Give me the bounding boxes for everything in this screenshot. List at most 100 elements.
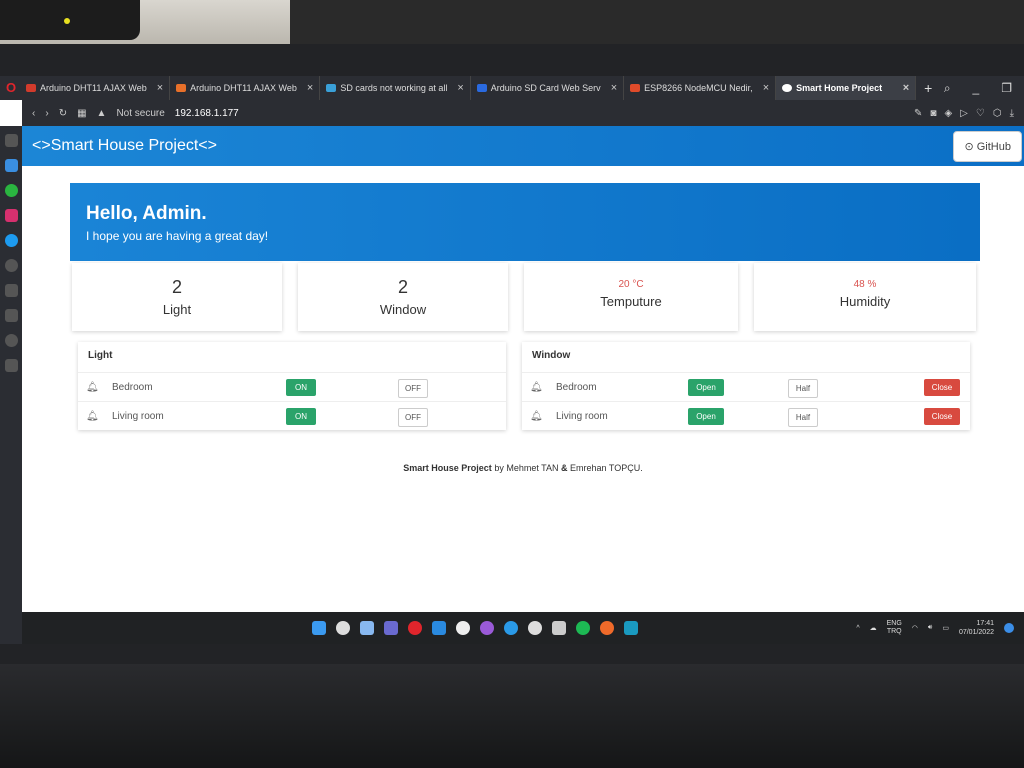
player-icon[interactable] bbox=[4, 259, 18, 272]
opera-sidebar bbox=[0, 126, 22, 644]
close-tab-icon[interactable]: × bbox=[307, 82, 313, 94]
cube-icon[interactable] bbox=[552, 621, 566, 635]
minimize-icon[interactable]: _ bbox=[973, 81, 980, 96]
browser-tab[interactable]: Arduino DHT11 AJAX Web × bbox=[170, 76, 321, 100]
system-tray: ^ ☁ ENG TRQ ◠ 🔊︎ ▭ 17:41 07/01/2022 bbox=[856, 619, 1024, 637]
close-tab-icon[interactable]: × bbox=[763, 82, 769, 94]
forward-icon[interactable]: › bbox=[45, 108, 48, 119]
light-on-button[interactable]: ON bbox=[286, 379, 316, 396]
webcam-housing bbox=[0, 0, 140, 40]
download-icon[interactable]: ⤓ bbox=[1010, 108, 1014, 119]
vscode-icon[interactable] bbox=[432, 621, 446, 635]
close-tab-icon[interactable]: × bbox=[611, 82, 617, 94]
play-icon[interactable]: ▷ bbox=[960, 108, 968, 119]
twitter-icon[interactable] bbox=[4, 234, 18, 247]
task-view-icon[interactable] bbox=[360, 621, 374, 635]
spotify-icon[interactable] bbox=[576, 621, 590, 635]
light-off-button[interactable]: OFF bbox=[398, 408, 428, 427]
stat-value: 2 bbox=[397, 277, 408, 297]
tab-grid-icon[interactable]: ▦ bbox=[77, 108, 86, 119]
workspace-icon[interactable] bbox=[4, 159, 18, 172]
camera-icon[interactable]: ◙ bbox=[930, 108, 936, 119]
tab-favicon-icon bbox=[176, 84, 187, 92]
web-page: <>Smart House Project<> ⊙ GitHub Hello, … bbox=[22, 126, 1024, 612]
whatsapp-icon[interactable] bbox=[4, 184, 18, 197]
stat-card-light: 2 Light bbox=[72, 263, 282, 331]
reload-icon[interactable]: ↻ bbox=[59, 108, 67, 119]
browser-tab-bar: O Arduino DHT11 AJAX Web × Arduino DHT11 … bbox=[0, 76, 1024, 100]
restore-icon[interactable]: ❐ bbox=[1001, 81, 1012, 96]
search-icon[interactable] bbox=[336, 621, 350, 635]
address-bar: ‹ › ↻ ▦ ▲ Not secure 192.168.1.177 ✎ ◙ ◈… bbox=[22, 100, 1024, 126]
window-open-button[interactable]: Open bbox=[688, 379, 724, 396]
footer-amp: & bbox=[561, 463, 568, 473]
stat-label: Humidity bbox=[839, 294, 891, 309]
edit-icon[interactable]: ✎ bbox=[914, 108, 922, 119]
meet-icon[interactable] bbox=[384, 621, 398, 635]
volume-icon[interactable]: 🔊︎ bbox=[928, 624, 932, 632]
docker-icon[interactable] bbox=[504, 621, 518, 635]
search-tabs-icon[interactable]: ⌕ bbox=[944, 81, 951, 96]
tab-favicon-icon bbox=[630, 84, 641, 92]
hero-title: Hello, Admin. bbox=[86, 203, 207, 224]
wifi-icon[interactable]: ◠ bbox=[912, 624, 918, 632]
app-icon[interactable] bbox=[528, 621, 542, 635]
window-half-button[interactable]: Half bbox=[788, 408, 818, 427]
list-item: 🔔︎ Bedroom Open Half Close bbox=[522, 372, 970, 401]
window-half-button[interactable]: Half bbox=[788, 379, 818, 398]
browser-tab[interactable]: SD cards not working at all × bbox=[320, 76, 471, 100]
cloud-icon[interactable]: ☁ bbox=[870, 624, 877, 632]
arduino-icon[interactable] bbox=[624, 621, 638, 635]
browser-tab[interactable]: Arduino SD Card Web Serv × bbox=[471, 76, 625, 100]
new-tab-button[interactable]: + bbox=[916, 80, 940, 96]
tab-favicon-icon bbox=[476, 84, 487, 92]
windows-taskbar: ^ ☁ ENG TRQ ◠ 🔊︎ ▭ 17:41 07/01/2022 bbox=[22, 612, 1024, 644]
url-field[interactable]: 192.168.1.177 bbox=[175, 108, 239, 119]
photo-background bbox=[0, 0, 1024, 48]
bell-icon: 🔔︎ bbox=[530, 410, 543, 422]
battery-icon[interactable]: ▭ bbox=[942, 624, 949, 632]
brand-link[interactable]: <>Smart House Project<> bbox=[32, 137, 217, 155]
github-desktop-icon[interactable] bbox=[480, 621, 494, 635]
footer: Smart House Project by Mehmet TAN & Emre… bbox=[22, 463, 1024, 473]
history-icon[interactable] bbox=[4, 334, 18, 347]
close-tab-icon[interactable]: × bbox=[457, 82, 463, 94]
tab-favicon-icon bbox=[782, 84, 793, 92]
notification-icon[interactable] bbox=[1004, 623, 1014, 633]
footer-author2: Emrehan TOPÇU. bbox=[570, 463, 643, 473]
light-on-button[interactable]: ON bbox=[286, 408, 316, 425]
close-tab-icon[interactable]: × bbox=[157, 82, 163, 94]
shield-icon[interactable]: ◈ bbox=[944, 108, 952, 119]
language-indicator[interactable]: ENG TRQ bbox=[887, 620, 902, 636]
instagram-icon[interactable] bbox=[4, 209, 18, 222]
clock[interactable]: 17:41 07/01/2022 bbox=[959, 619, 994, 637]
back-icon[interactable]: ‹ bbox=[32, 108, 35, 119]
opera-icon[interactable] bbox=[408, 621, 422, 635]
security-label[interactable]: Not secure bbox=[116, 108, 164, 119]
send-icon[interactable] bbox=[4, 284, 18, 297]
home-icon[interactable] bbox=[4, 134, 18, 147]
light-off-button[interactable]: OFF bbox=[398, 379, 428, 398]
browser-tab[interactable]: Arduino DHT11 AJAX Web × bbox=[20, 76, 171, 100]
heart-icon[interactable]: ♡ bbox=[976, 108, 985, 119]
settings-icon[interactable] bbox=[4, 359, 18, 372]
stat-value: 2 bbox=[171, 277, 182, 297]
stat-card-temperature: 20 °C Temputure bbox=[524, 263, 738, 331]
window-close-button[interactable]: Close bbox=[924, 408, 960, 425]
close-tab-icon[interactable]: × bbox=[903, 82, 909, 94]
browser-tab[interactable]: ESP8266 NodeMCU Nedir, × bbox=[624, 76, 777, 100]
hero-banner: Hello, Admin. I hope you are having a gr… bbox=[70, 183, 980, 261]
cube-icon[interactable]: ⬡ bbox=[993, 108, 1002, 119]
panel-title: Light bbox=[88, 350, 113, 361]
github-button[interactable]: ⊙ GitHub bbox=[953, 130, 1022, 162]
app-icon[interactable] bbox=[456, 621, 470, 635]
opera-logo-icon[interactable]: O bbox=[2, 79, 20, 97]
start-icon[interactable] bbox=[312, 621, 326, 635]
chevron-up-icon[interactable]: ^ bbox=[856, 625, 859, 632]
browser-tab-active[interactable]: Smart Home Project × bbox=[776, 76, 917, 100]
postman-icon[interactable] bbox=[600, 621, 614, 635]
window-close-button[interactable]: Close bbox=[924, 379, 960, 396]
window-open-button[interactable]: Open bbox=[688, 408, 724, 425]
heart-icon[interactable] bbox=[4, 309, 18, 322]
light-panel: Light 🔔︎ Bedroom ON OFF 🔔︎ Living room O… bbox=[78, 342, 506, 430]
